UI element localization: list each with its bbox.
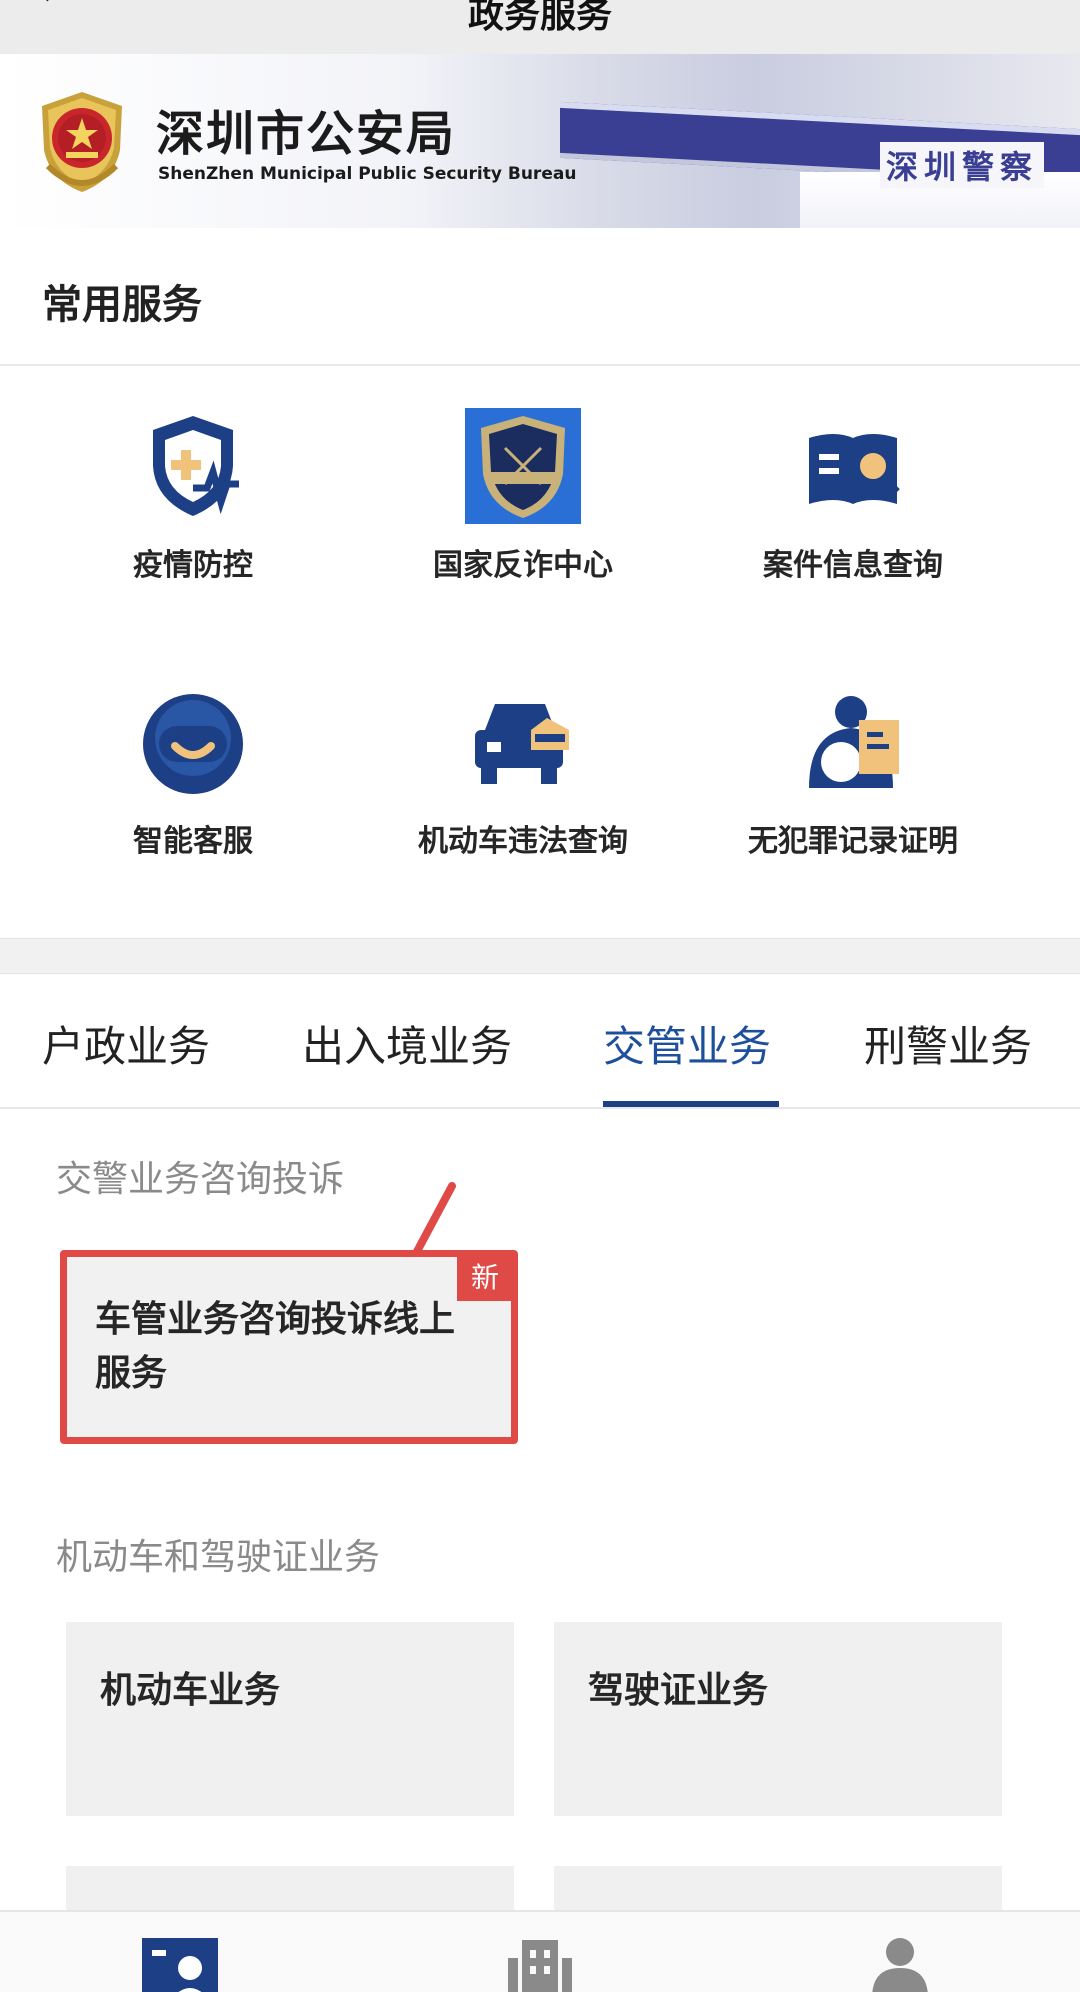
top-bar: 政务服务 xyxy=(0,0,1080,54)
service-label: 国家反诈中心 xyxy=(433,548,613,583)
bottom-navigation xyxy=(0,1910,1080,1992)
service-label: 智能客服 xyxy=(133,824,253,859)
car-police-icon xyxy=(475,704,569,784)
services-grid: 疫情防控 国家反诈中心 案件信息查询 智能客服 机动车违法查询 无犯罪记录证明 xyxy=(0,368,1080,938)
tab-entry-exit[interactable]: 出入境业务 xyxy=(302,1013,512,1074)
service-anti-fraud[interactable]: 国家反诈中心 xyxy=(358,368,688,598)
service-label: 案件信息查询 xyxy=(763,548,943,583)
vehicle-business-card[interactable]: 机动车业务 xyxy=(66,1622,514,1816)
complaint-service-card[interactable]: 新 车管业务咨询投诉线上服务 xyxy=(60,1250,518,1444)
tab-household[interactable]: 户政业务 xyxy=(42,1013,210,1074)
active-tab-indicator xyxy=(603,1101,779,1107)
tab-criminal[interactable]: 刑警业务 xyxy=(864,1013,1032,1074)
service-label: 无犯罪记录证明 xyxy=(748,824,958,859)
card-label: 机动车业务 xyxy=(100,1670,281,1711)
police-emblem-icon xyxy=(42,92,122,192)
book-search-icon xyxy=(809,434,900,504)
license-business-card[interactable]: 驾驶证业务 xyxy=(554,1622,1002,1816)
service-no-crime-certificate[interactable]: 无犯罪记录证明 xyxy=(688,644,1018,874)
service-epidemic-control[interactable]: 疫情防控 xyxy=(28,368,358,598)
tab-traffic[interactable]: 交管业务 xyxy=(603,1013,771,1074)
building-icon[interactable] xyxy=(500,1936,580,1992)
banner-sign: 深圳警察 xyxy=(880,142,1045,188)
anti-fraud-badge-icon xyxy=(465,408,581,524)
service-case-query[interactable]: 案件信息查询 xyxy=(688,368,1018,598)
service-smart-support[interactable]: 智能客服 xyxy=(28,644,358,874)
section-title: 常用服务 xyxy=(42,282,202,328)
shield-plus-icon xyxy=(153,416,239,516)
card-label: 车管业务咨询投诉线上服务 xyxy=(95,1299,456,1394)
header-banner: 深圳警察 深圳市公安局 ShenZhen Municipal Public Se… xyxy=(0,54,1080,228)
certificate-person-icon xyxy=(809,696,899,788)
service-profile-icon[interactable] xyxy=(140,1936,220,1992)
common-services-header: 常用服务 xyxy=(0,228,1080,366)
section-title-vehicle: 机动车和驾驶证业务 xyxy=(56,1537,381,1578)
person-icon[interactable] xyxy=(860,1936,940,1992)
service-label: 机动车违法查询 xyxy=(418,824,628,859)
service-vehicle-violation[interactable]: 机动车违法查询 xyxy=(358,644,688,874)
org-name-en: ShenZhen Municipal Public Security Burea… xyxy=(158,164,577,184)
section-title-complaint: 交警业务咨询投诉 xyxy=(56,1159,345,1200)
page-title: 政务服务 xyxy=(467,0,612,36)
robot-service-icon xyxy=(143,694,243,794)
section-divider xyxy=(0,938,1080,974)
service-label: 疫情防控 xyxy=(133,548,253,583)
org-name: 深圳市公安局 xyxy=(156,106,457,162)
business-tabs: 户政业务 出入境业务 交管业务 刑警业务 xyxy=(0,975,1080,1109)
card-label: 驾驶证业务 xyxy=(588,1670,769,1711)
